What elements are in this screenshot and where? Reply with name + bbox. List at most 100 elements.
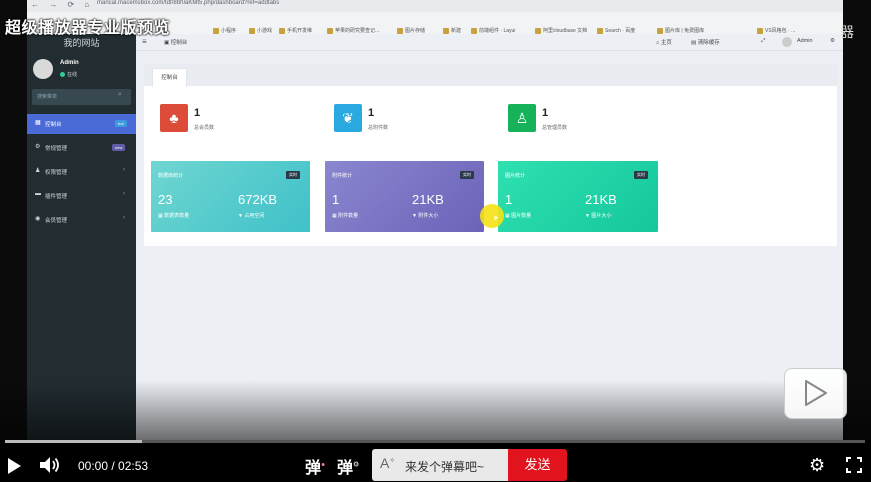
big-play-button[interactable] — [784, 368, 847, 419]
bookmark[interactable]: 手机开发维 — [279, 27, 312, 34]
fullscreen-icon[interactable]: ⤢ — [761, 38, 765, 45]
card-title: 附件统计 — [332, 173, 353, 179]
realtime-badge: 实时 — [634, 171, 648, 179]
bookmark[interactable]: 小游戏 — [249, 27, 272, 34]
sidebar-item-dashboard[interactable]: ▦ 控制台 hot — [27, 114, 136, 134]
user-status: 在线 — [60, 71, 77, 78]
search-icon[interactable]: ⌕ — [118, 91, 122, 99]
user-status-label: 在线 — [67, 72, 78, 78]
realtime-badge: 实时 — [460, 171, 474, 179]
sidebar-item-general[interactable]: ⚙ 常规管理 new — [27, 138, 136, 158]
time-display: 00:00 / 02:53 — [78, 459, 149, 473]
card-sub-count-label: 数据表数量 — [164, 213, 190, 219]
font-style-icon[interactable]: A✧ — [380, 455, 395, 471]
users-icon: ♣ — [160, 104, 188, 132]
user-name: Admin — [60, 60, 79, 66]
menu-toggle-icon[interactable]: ≡ — [142, 37, 147, 46]
user-admin-icon: ♙ — [508, 104, 536, 132]
card-sub-size-label: 占用空间 — [244, 213, 265, 219]
avatar — [33, 59, 53, 79]
card-count: 1 — [505, 192, 513, 207]
fullscreen-icon[interactable] — [846, 457, 862, 473]
card-size: 21KB — [585, 192, 617, 207]
danmaku-settings-icon[interactable]: 弹⚙ — [337, 454, 359, 478]
breadcrumb[interactable]: ▣ 控制台 — [164, 38, 187, 46]
hot-badge: hot — [115, 120, 127, 127]
sidebar-item-label: 控制台 — [45, 122, 62, 128]
card-size: 672KB — [238, 192, 278, 207]
leaf-icon: ❦ — [334, 104, 362, 132]
font-style-label: A — [380, 455, 390, 471]
card-count: 1 — [332, 192, 340, 207]
bookmark[interactable]: 苹果的研究要查记... — [327, 27, 379, 34]
stat-value: 1 — [194, 107, 201, 119]
bookmark[interactable]: VS风格包 · ... — [757, 27, 795, 34]
stat-value: 1 — [368, 107, 375, 119]
play-icon — [805, 380, 827, 406]
url-text[interactable]: mancal.macemsbox.com/tdf/8bf0aKMt5.php/d… — [97, 0, 279, 6]
card-title: 数据库统计 — [158, 173, 184, 179]
settings-icon[interactable]: ⚙ — [830, 38, 835, 44]
volume-icon[interactable] — [39, 456, 61, 474]
avatar[interactable] — [782, 37, 792, 47]
menu-search-input[interactable]: 搜索菜单 ⌕ — [32, 89, 131, 105]
card-sub-size: ▼ 图片大小 — [585, 213, 612, 219]
card-sub-size-label: 图片大小 — [591, 213, 612, 219]
send-danmaku-button[interactable]: 发送 — [508, 449, 567, 481]
card-sub-count: ▦ 图片数量 — [505, 213, 532, 219]
card-count: 23 — [158, 192, 173, 207]
search-placeholder: 搜索菜单 — [37, 94, 58, 100]
card-sub-count-label: 图片数量 — [511, 213, 532, 219]
card-size: 21KB — [412, 192, 444, 207]
card-sub-count-label: 附件数量 — [338, 213, 359, 219]
top-navbar: ≡ ▣ 控制台 ⌂ 主页 ▤ 清除缓存 ⤢ Admin ⚙ — [136, 34, 843, 51]
sidebar-item-auth[interactable]: ♟ 权限管理 ‹ — [27, 162, 136, 182]
bookmark[interactable]: 新建 — [443, 27, 461, 34]
tab-dashboard[interactable]: 控制台 — [152, 68, 187, 87]
card-sub-size: ▼ 附件大小 — [412, 213, 439, 219]
danmaku-input[interactable]: A✧ 来发个弹幕吧~ — [372, 449, 508, 481]
overlay-edge-text: 器 — [840, 24, 854, 40]
breadcrumb-label: 控制台 — [170, 40, 188, 46]
sidebar-item-plugins[interactable]: ▬ 插件管理 ‹ — [27, 186, 136, 206]
attachment-stats-card: 附件统计 实时 1 21KB ▦ 附件数量 ▼ 附件大小 — [325, 161, 484, 232]
bookmark[interactable]: 图片库 | 免费图库 — [657, 27, 704, 34]
bookmark[interactable]: 图片存储 — [397, 27, 425, 34]
tab-strip: 控制台 — [144, 64, 837, 87]
sidebar-item-members[interactable]: ◉ 会员管理 ‹ — [27, 210, 136, 230]
user-icon: ◉ — [35, 216, 41, 222]
cursor-arrow-icon: ➤ — [493, 215, 499, 222]
home-link-label: 主页 — [660, 40, 672, 46]
database-stats-card: 数据库统计 实时 23 672KB ▦ 数据表数量 ▼ 占用空间 — [151, 161, 310, 232]
danmaku-gear-icon: ⚙ — [353, 461, 360, 469]
card-sub-size: ▼ 占用空间 — [238, 213, 265, 219]
sidebar-item-label: 会员管理 — [45, 218, 68, 224]
danmaku-off-icon: ● — [321, 461, 326, 469]
danmaku-placeholder: 来发个弹幕吧~ — [405, 460, 485, 474]
card-sub-count: ▦ 数据表数量 — [158, 213, 190, 219]
image-stats-card: 图片统计 实时 1 21KB ▦ 图片数量 ▼ 图片大小 — [498, 161, 658, 232]
bookmark[interactable]: 前端组件 · Layui — [471, 27, 515, 34]
bookmark[interactable]: 阿里cloudbase 文档 — [535, 27, 587, 34]
home-link[interactable]: ⌂ 主页 — [656, 38, 672, 46]
new-badge: new — [112, 144, 126, 151]
settings-gear-icon[interactable]: ⚙ — [809, 455, 825, 476]
progress-fill — [5, 440, 142, 443]
cursor-highlight — [480, 204, 504, 228]
bookmark[interactable]: 小程序 — [213, 27, 236, 34]
sidebar-item-label: 常规管理 — [45, 146, 68, 152]
sidebar-item-label: 插件管理 — [45, 194, 68, 200]
card-sub-count: ▦ 附件数量 — [332, 213, 359, 219]
chevron-left-icon: ‹ — [123, 167, 125, 173]
play-icon[interactable] — [8, 458, 21, 474]
sidebar-item-label: 权限管理 — [45, 170, 68, 176]
danmaku-toggle-icon[interactable]: 弹● — [305, 454, 325, 478]
card-title: 图片统计 — [505, 173, 526, 179]
clear-cache-button[interactable]: ▤ 清除缓存 — [691, 38, 720, 46]
stat-value: 1 — [542, 107, 549, 119]
address-bar[interactable]: ← → ⟳ ⌂ mancal.macemsbox.com/tdf/8bf0aKM… — [27, 0, 843, 12]
nav-arrows-icon[interactable]: ← → ⟳ ⌂ — [31, 0, 93, 9]
user-menu[interactable]: Admin — [797, 38, 813, 44]
danmaku-toggle-label: 弹 — [305, 460, 322, 477]
bookmark[interactable]: Search · 百度 — [597, 27, 635, 34]
